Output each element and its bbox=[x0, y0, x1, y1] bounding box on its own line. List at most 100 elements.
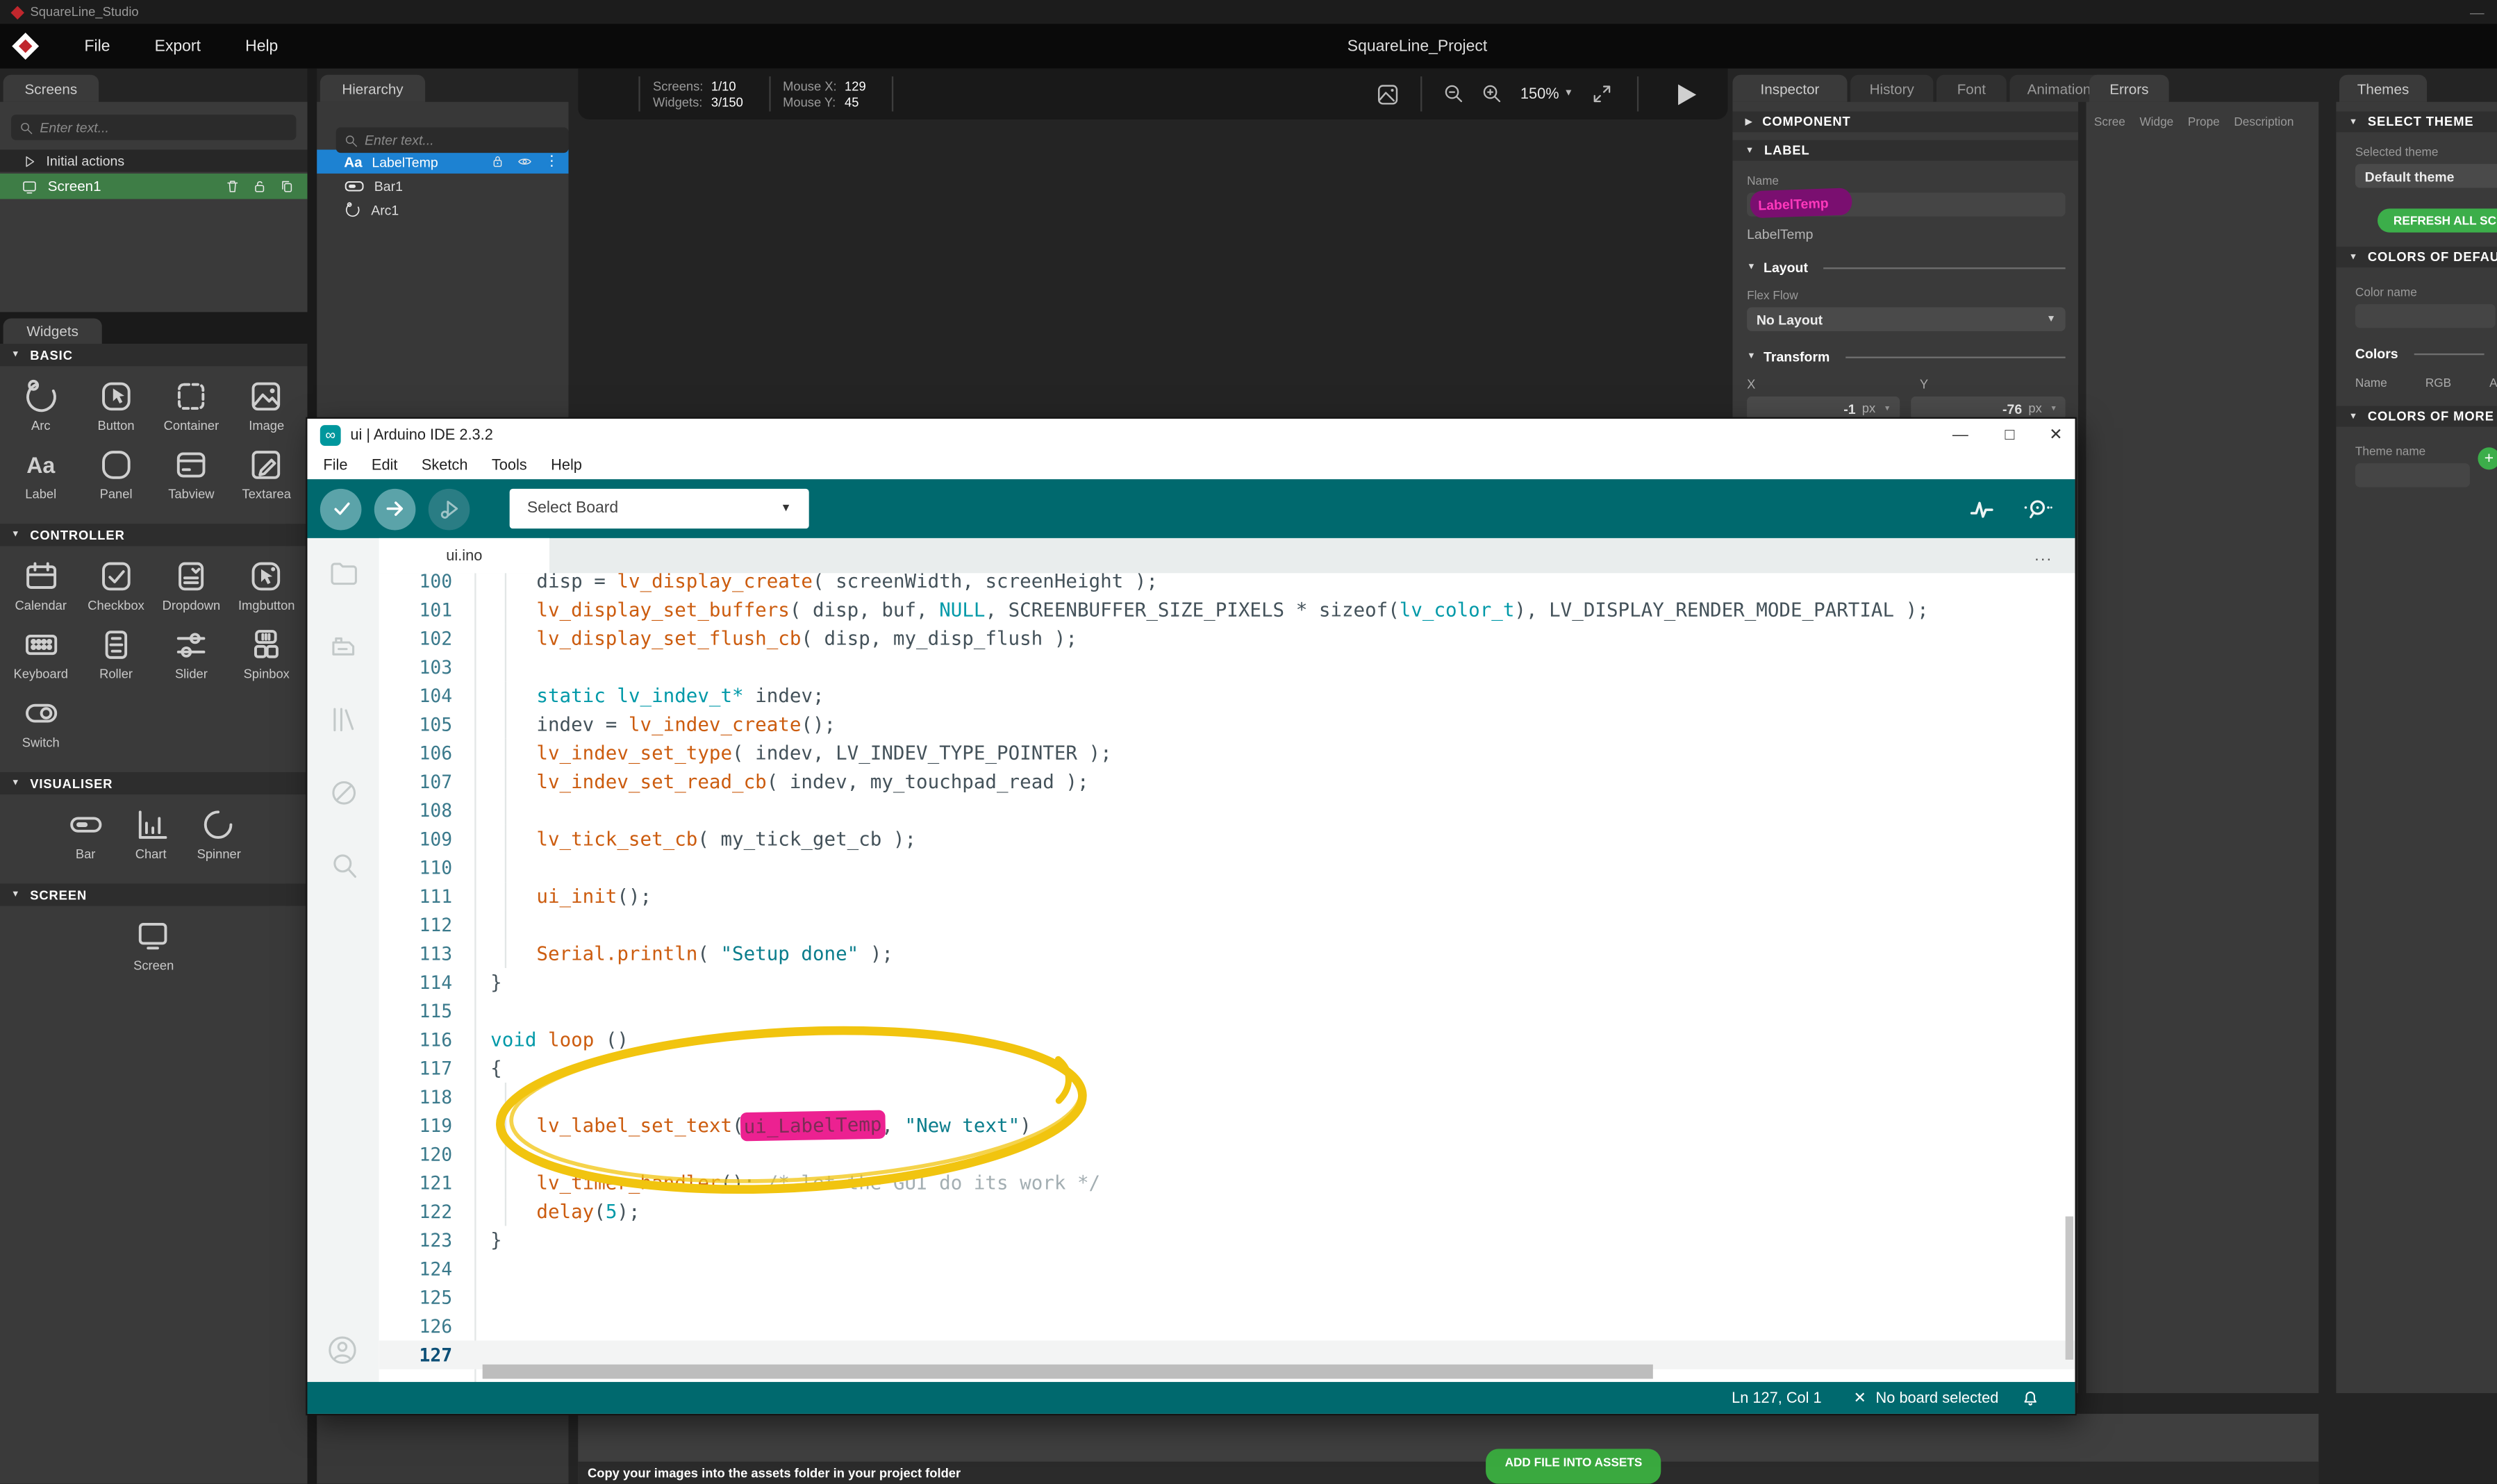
tab-overflow-menu[interactable]: ... bbox=[2034, 547, 2052, 565]
background-image-button[interactable] bbox=[1375, 82, 1399, 106]
zoom-level[interactable]: 150% bbox=[1520, 85, 1559, 103]
name-input[interactable]: LabelTemp bbox=[1747, 192, 2066, 216]
tab-themes[interactable]: Themes bbox=[2339, 75, 2427, 102]
widget-switch[interactable]: Switch bbox=[3, 694, 78, 750]
board-selector[interactable]: Select Board▼ bbox=[510, 489, 809, 528]
code-line-101[interactable]: 101 lv_display_set_buffers( disp, buf, N… bbox=[379, 595, 2075, 624]
delete-icon[interactable] bbox=[224, 178, 240, 194]
hierarchy-item-arc1[interactable]: Arc1 bbox=[317, 197, 568, 221]
widget-image[interactable]: Image bbox=[229, 377, 304, 433]
tab-errors[interactable]: Errors bbox=[2089, 75, 2169, 102]
widget-tabview[interactable]: Tabview bbox=[154, 446, 229, 501]
serial-monitor-icon[interactable] bbox=[2023, 495, 2053, 522]
code-line-112[interactable]: 112 bbox=[379, 910, 2075, 939]
widget-screen[interactable]: Screen bbox=[133, 917, 174, 973]
menu-file[interactable]: File bbox=[62, 37, 132, 55]
tab-history[interactable]: History bbox=[1850, 75, 1933, 102]
tab-screens[interactable]: Screens bbox=[3, 75, 99, 102]
theme-name-input[interactable] bbox=[2355, 463, 2470, 487]
widget-textarea[interactable]: Textarea bbox=[229, 446, 304, 501]
section-header[interactable]: ▼BASIC bbox=[0, 344, 307, 366]
widget-calendar[interactable]: Calendar bbox=[3, 557, 78, 612]
section-header[interactable]: ▼VISUALISER bbox=[0, 772, 307, 794]
flex-flow-select[interactable]: No Layout▼ bbox=[1747, 307, 2066, 331]
maximize-button[interactable]: □ bbox=[1993, 419, 2025, 452]
widget-spinbox[interactable]: Spinbox bbox=[229, 626, 304, 681]
library-manager-icon[interactable] bbox=[327, 703, 359, 735]
add-file-into-assets-button[interactable]: ADD FILE INTO ASSETS bbox=[1486, 1449, 1661, 1483]
copy-icon[interactable] bbox=[279, 178, 295, 194]
colors-default-theme-header[interactable]: ▼COLORS OF DEFAULT T bbox=[2336, 247, 2497, 267]
serial-plotter-icon[interactable] bbox=[1968, 495, 1996, 522]
code-line-125[interactable]: 125 bbox=[379, 1283, 2075, 1312]
menu-export[interactable]: Export bbox=[133, 37, 223, 55]
screens-search-input[interactable]: Enter text... bbox=[11, 115, 296, 140]
code-line-110[interactable]: 110 bbox=[379, 853, 2075, 882]
widget-container[interactable]: Container bbox=[154, 377, 229, 433]
tab-ui-ino[interactable]: ui.ino bbox=[379, 538, 549, 573]
section-header[interactable]: ▼SCREEN bbox=[0, 883, 307, 906]
errors-col-widge[interactable]: Widge bbox=[2139, 115, 2173, 129]
debug-button[interactable] bbox=[429, 488, 470, 530]
tab-font[interactable]: Font bbox=[1936, 75, 2007, 102]
code-line-102[interactable]: 102 lv_display_set_flush_cb( disp, my_di… bbox=[379, 624, 2075, 653]
label-section-header[interactable]: ▼LABEL bbox=[1732, 140, 2078, 161]
widget-checkbox[interactable]: Checkbox bbox=[78, 557, 154, 612]
widget-label[interactable]: AaLabel bbox=[3, 446, 78, 501]
code-line-115[interactable]: 115 bbox=[379, 997, 2075, 1025]
search-icon[interactable] bbox=[327, 850, 359, 882]
code-line-123[interactable]: 123} bbox=[379, 1226, 2075, 1254]
menu-help[interactable]: Help bbox=[223, 37, 300, 55]
refresh-all-screens-button[interactable]: REFRESH ALL SC bbox=[2378, 208, 2497, 232]
hierarchy-item-bar1[interactable]: Bar1 bbox=[317, 174, 568, 197]
arduino-titlebar[interactable]: ∞ ui | Arduino IDE 2.3.2 — □ ✕ bbox=[307, 419, 2075, 452]
code-line-109[interactable]: 109 lv_tick_set_cb( my_tick_get_cb ); bbox=[379, 825, 2075, 853]
board-status[interactable]: No board selected bbox=[1876, 1389, 1999, 1406]
colors-more-themes-header[interactable]: ▼COLORS OF MORE THE bbox=[2336, 406, 2497, 427]
code-line-107[interactable]: 107 lv_indev_set_read_cb( indev, my_touc… bbox=[379, 767, 2075, 796]
color-name-input[interactable] bbox=[2355, 304, 2496, 328]
code-line-116[interactable]: 116void loop () bbox=[379, 1025, 2075, 1053]
section-header[interactable]: ▼CONTROLLER bbox=[0, 524, 307, 546]
minimize-button[interactable]: — bbox=[1944, 419, 1976, 452]
menu-tools[interactable]: Tools bbox=[492, 457, 527, 474]
widget-arc[interactable]: Arc bbox=[3, 377, 78, 433]
close-button[interactable]: ✕ bbox=[2040, 419, 2072, 452]
code-line-118[interactable]: 118 bbox=[379, 1083, 2075, 1111]
widget-bar[interactable]: Bar bbox=[67, 806, 105, 861]
zoom-out-button[interactable] bbox=[1443, 83, 1465, 105]
code-line-114[interactable]: 114} bbox=[379, 968, 2075, 997]
verify-button[interactable] bbox=[320, 488, 362, 530]
minimize-icon[interactable]: — bbox=[2470, 4, 2484, 20]
screen-list-item[interactable]: Screen1 bbox=[0, 174, 307, 199]
code-line-120[interactable]: 120 bbox=[379, 1140, 2075, 1169]
widget-panel[interactable]: Panel bbox=[78, 446, 154, 501]
eye-icon[interactable] bbox=[516, 154, 533, 169]
account-icon[interactable] bbox=[326, 1334, 358, 1366]
widget-roller[interactable]: Roller bbox=[78, 626, 154, 681]
code-line-113[interactable]: 113 Serial.println( "Setup done" ); bbox=[379, 940, 2075, 968]
initial-actions-row[interactable]: Initial actions bbox=[0, 150, 307, 172]
code-line-103[interactable]: 103 bbox=[379, 653, 2075, 681]
code-line-119[interactable]: 119 lv_label_set_text(ui_LabelTemp, "New… bbox=[379, 1111, 2075, 1140]
tab-hierarchy[interactable]: Hierarchy bbox=[320, 75, 425, 102]
code-line-100[interactable]: 100 disp = lv_display_create( screenWidt… bbox=[379, 573, 2075, 595]
menu-file[interactable]: File bbox=[323, 457, 347, 474]
widget-keyboard[interactable]: Keyboard bbox=[3, 626, 78, 681]
component-section-header[interactable]: ▶COMPONENT bbox=[1732, 111, 2078, 132]
menu-edit[interactable]: Edit bbox=[372, 457, 398, 474]
transform-section-header[interactable]: ▼Transform bbox=[1747, 349, 2066, 365]
code-editor[interactable]: 100 disp = lv_display_create( screenWidt… bbox=[379, 573, 2075, 1382]
add-theme-button[interactable]: + bbox=[2478, 447, 2497, 469]
widget-imgbutton[interactable]: Imgbutton bbox=[229, 557, 304, 612]
boards-manager-icon[interactable] bbox=[327, 631, 359, 662]
code-line-106[interactable]: 106 lv_indev_set_type( indev, LV_INDEV_T… bbox=[379, 739, 2075, 767]
selected-theme-select[interactable]: Default theme bbox=[2355, 164, 2497, 187]
hierarchy-item-labeltemp[interactable]: AaLabelTemp⋮ bbox=[317, 150, 568, 174]
code-line-122[interactable]: 122 delay(5); bbox=[379, 1197, 2075, 1226]
errors-col-prope[interactable]: Prope bbox=[2188, 115, 2220, 129]
chevron-down-icon[interactable]: ▼ bbox=[1564, 89, 1574, 99]
fit-screen-button[interactable] bbox=[1591, 83, 1613, 105]
code-line-117[interactable]: 117{ bbox=[379, 1054, 2075, 1083]
menu-help[interactable]: Help bbox=[551, 457, 582, 474]
